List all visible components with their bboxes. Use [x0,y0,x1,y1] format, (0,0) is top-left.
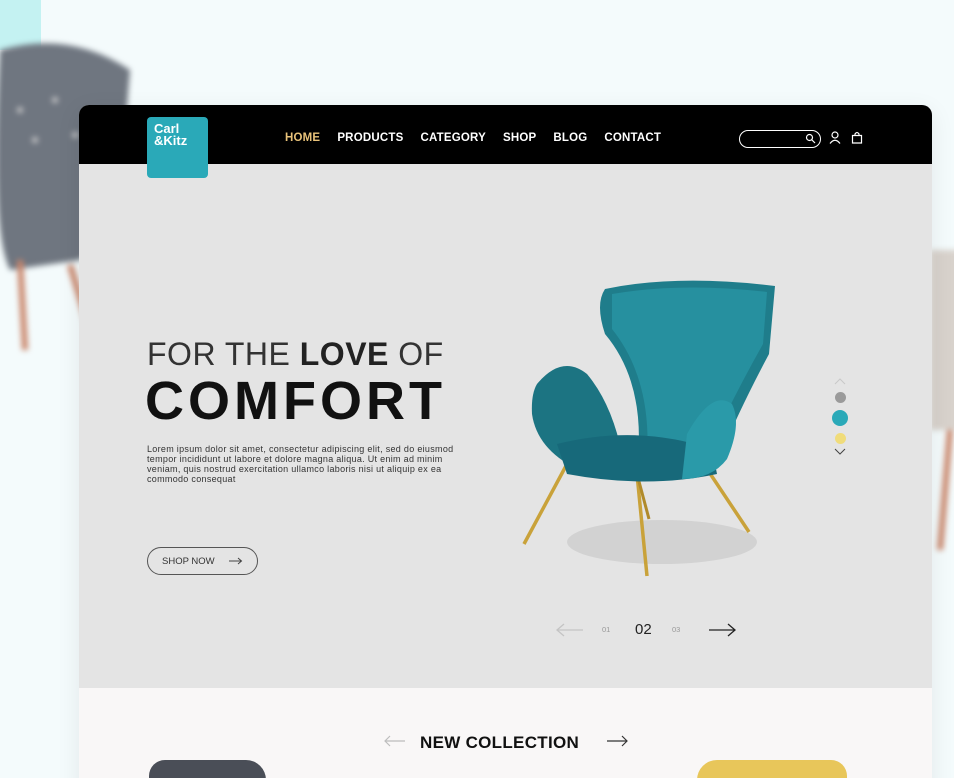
new-collection-section: NEW COLLECTION [79,688,932,778]
logo-text: Carl &Kitz [154,121,188,148]
nav-item-category[interactable]: CATEGORY [420,132,486,144]
hero-headline-main: COMFORT [145,371,446,431]
collection-prev-arrow-icon[interactable] [384,735,406,747]
website-mockup: Carl &Kitz HOME PRODUCTS CATEGORY SHOP B… [79,105,932,778]
main-nav: HOME PRODUCTS CATEGORY SHOP BLOG CONTACT [285,132,661,144]
user-icon[interactable] [829,131,841,144]
collection-product-image[interactable] [149,760,266,778]
nav-item-contact[interactable]: CONTACT [604,132,661,144]
cart-icon[interactable] [851,131,863,144]
navbar: Carl &Kitz HOME PRODUCTS CATEGORY SHOP B… [79,105,932,178]
collection-title: NEW COLLECTION [420,733,580,752]
color-option-yellow[interactable] [834,433,846,444]
collection-next-arrow-icon[interactable] [606,735,628,747]
hero-headline-emphasis: LOVE [299,336,389,372]
hero-headline-part-end: OF [388,336,444,372]
pager-current-number: 02 [635,621,652,638]
color-option-teal[interactable] [832,410,848,426]
nav-item-products[interactable]: PRODUCTS [337,132,403,144]
search-icon[interactable] [805,133,816,144]
slide-pager: 01 02 03 [555,616,740,646]
nav-item-home[interactable]: HOME [285,132,320,144]
arrow-right-icon [228,557,242,565]
color-option-grey[interactable] [834,392,846,403]
background-chair-image-right [930,250,954,550]
hero-description: Lorem ipsum dolor sit amet, consectetur … [147,444,454,484]
color-selector [830,376,850,457]
collection-product-image[interactable] [697,760,847,778]
arrow-right-icon[interactable] [707,622,737,638]
featured-chair-image [522,280,775,577]
search-input[interactable] [739,130,821,148]
nav-item-shop[interactable]: SHOP [503,132,536,144]
pager-next-number[interactable]: 03 [672,625,680,634]
hero-headline-part: FOR THE [147,336,300,372]
hero-section: FOR THE LOVE OF COMFORT Lorem ipsum dolo… [79,164,932,688]
hero-headline-top: FOR THE LOVE OF [147,336,444,373]
shop-now-label: SHOP NOW [162,555,215,567]
pager-prev-number[interactable]: 01 [602,625,610,634]
nav-item-blog[interactable]: BLOG [553,132,587,144]
shop-now-button[interactable]: SHOP NOW [147,547,258,575]
chevron-up-icon[interactable] [830,376,850,386]
chevron-down-icon[interactable] [830,447,850,457]
arrow-left-icon[interactable] [555,622,585,638]
